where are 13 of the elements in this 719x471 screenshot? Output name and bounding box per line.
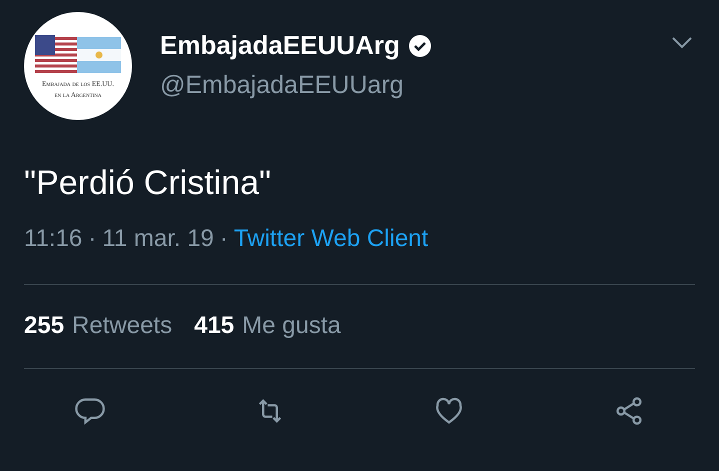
separator-dot: · <box>220 225 228 253</box>
separator-dot: · <box>88 225 96 253</box>
tweet-date: 11 mar. 19 <box>102 225 214 253</box>
stat-count[interactable]: 415 <box>194 312 234 340</box>
stat-count[interactable]: 255 <box>24 312 64 340</box>
tweet-text: "Perdió Cristina" <box>24 164 272 203</box>
source-link[interactable]: Twitter Web Client <box>234 225 428 253</box>
stat-label[interactable]: Me gusta <box>242 312 341 340</box>
stat-label[interactable]: Retweets <box>72 312 172 340</box>
chevron-icon[interactable] <box>671 36 693 50</box>
tweet-time: 11:16 <box>24 225 82 253</box>
author-handle[interactable]: @EmbajadaEEUUarg <box>160 71 643 100</box>
author-name[interactable]: EmbajadaEEUUArg <box>160 30 400 61</box>
